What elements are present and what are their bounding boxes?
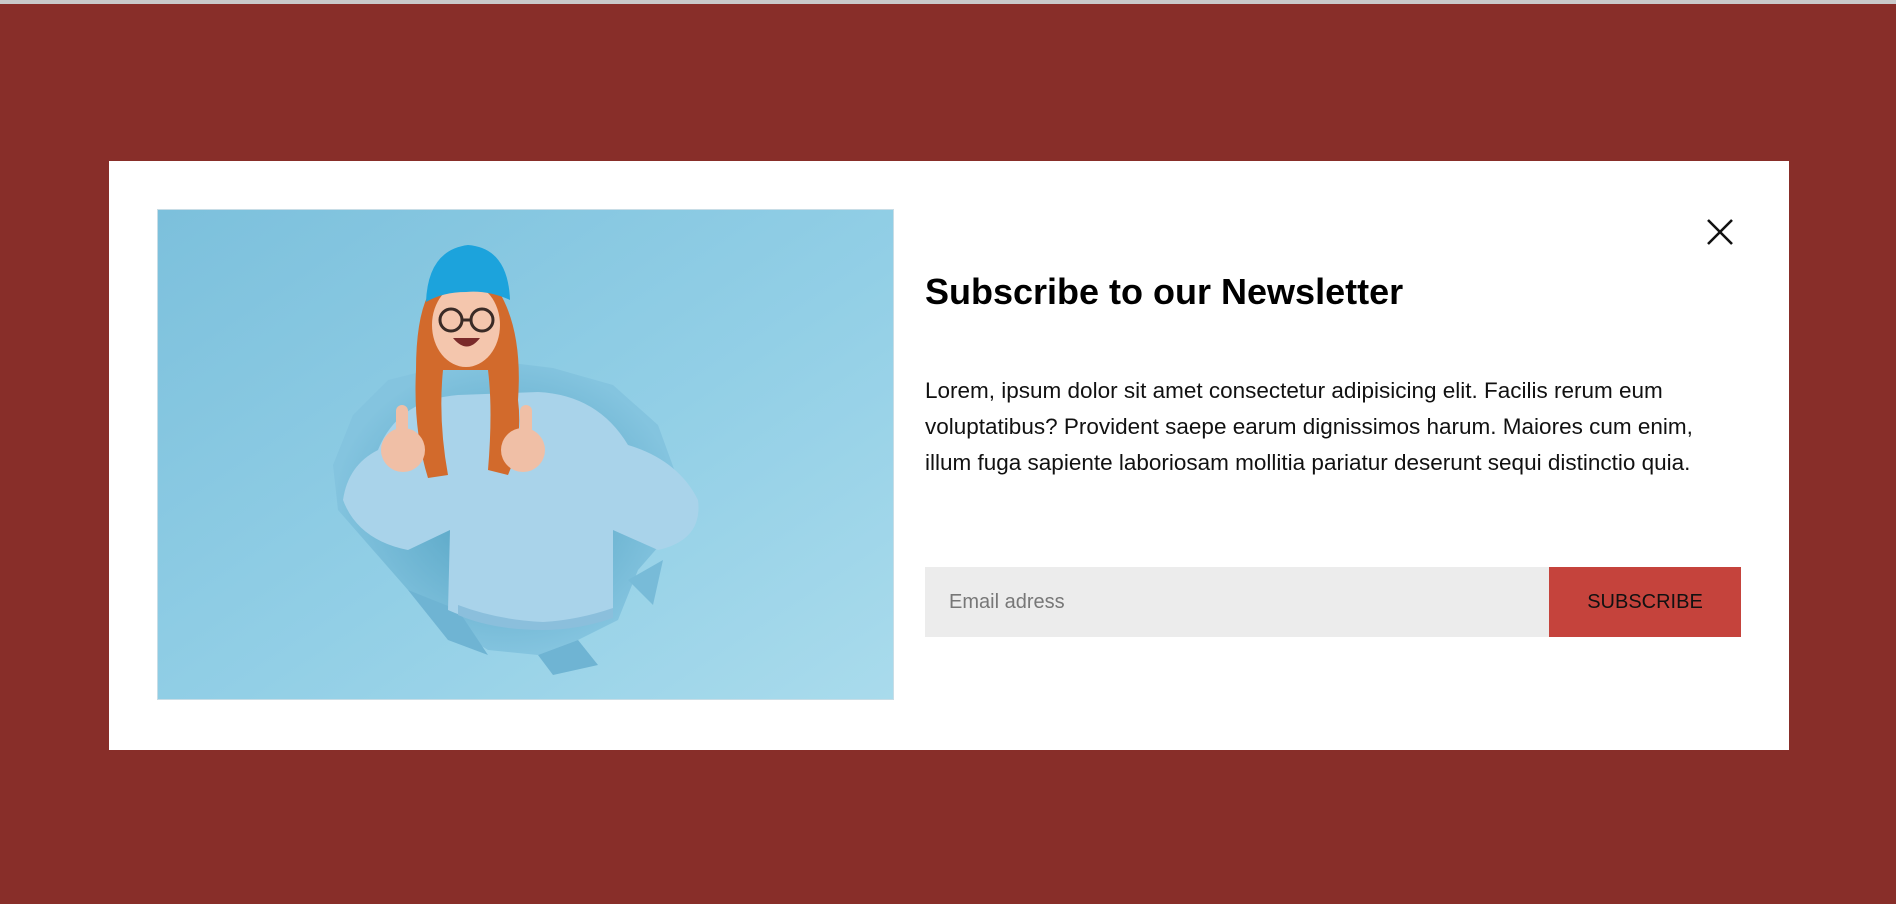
newsletter-title: Subscribe to our Newsletter [925,271,1404,312]
close-icon [1707,219,1733,245]
subscribe-button[interactable]: SUBSCRIBE [1549,567,1741,637]
email-input[interactable] [925,567,1549,637]
close-button[interactable] [1703,215,1737,249]
hero-image [157,209,894,700]
newsletter-modal: Subscribe to our Newsletter Lorem, ipsum… [109,161,1789,750]
newsletter-description: Lorem, ipsum dolor sit amet consectetur … [925,378,1693,475]
subscribe-form: SUBSCRIBE [925,567,1741,637]
newsletter-content: Subscribe to our Newsletter Lorem, ipsum… [925,271,1741,481]
